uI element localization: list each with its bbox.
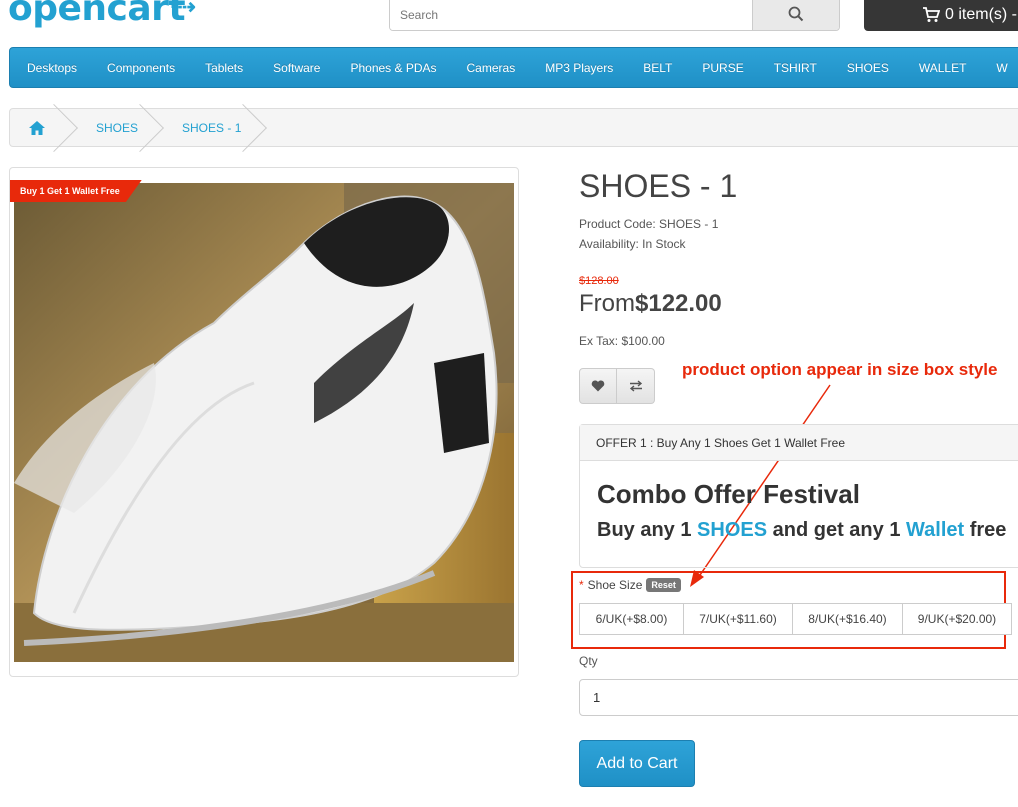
nav-item-belt[interactable]: BELT <box>643 61 672 75</box>
search-input[interactable] <box>390 0 752 30</box>
compare-button[interactable] <box>617 368 655 404</box>
nav-item-tablets[interactable]: Tablets <box>205 61 243 75</box>
nav-item-software[interactable]: Software <box>273 61 320 75</box>
breadcrumb-product[interactable]: SHOES - 1 <box>162 109 265 146</box>
ex-tax-price: Ex Tax: $100.00 <box>579 334 665 348</box>
search-bar <box>389 0 840 31</box>
size-option-7[interactable]: 7/UK(+$11.60) <box>683 603 793 635</box>
nav-item-desktops[interactable]: Desktops <box>27 61 77 75</box>
offer-text: and get any 1 <box>767 519 907 541</box>
home-icon <box>29 120 45 135</box>
product-price: From$122.00 <box>579 290 722 318</box>
nav-item-purse[interactable]: PURSE <box>702 61 743 75</box>
nav-item-overflow[interactable]: W <box>996 61 1007 75</box>
size-option-8[interactable]: 8/UK(+$16.40) <box>792 603 903 635</box>
shoe-size-label: * Shoe Size Reset <box>579 578 681 592</box>
offer-box: OFFER 1 : Buy Any 1 Shoes Get 1 Wallet F… <box>579 424 1018 568</box>
product-image[interactable] <box>14 183 514 662</box>
heart-icon <box>591 380 605 392</box>
offer-title: Combo Offer Festival <box>597 479 860 509</box>
main-nav: Desktops Components Tablets Software Pho… <box>9 47 1018 88</box>
nav-item-shoes[interactable]: SHOES <box>847 61 889 75</box>
offer-header: OFFER 1 : Buy Any 1 Shoes Get 1 Wallet F… <box>580 425 1018 461</box>
nav-item-phones[interactable]: Phones & PDAs <box>350 61 436 75</box>
offer-highlight-shoes: SHOES <box>697 519 768 541</box>
price-value: $122.00 <box>635 290 722 317</box>
shoe-size-text: Shoe Size <box>587 578 643 592</box>
add-to-cart-button[interactable]: Add to Cart <box>579 740 695 787</box>
nav-item-wallet[interactable]: WALLET <box>919 61 967 75</box>
nav-item-components[interactable]: Components <box>107 61 175 75</box>
product-code: Product Code: SHOES - 1 <box>579 217 719 231</box>
reset-button[interactable]: Reset <box>646 578 681 592</box>
cart-label: 0 item(s) - <box>945 5 1017 23</box>
promo-ribbon: Buy 1 Get 1 Wallet Free <box>10 180 142 202</box>
offer-text: free <box>964 519 1007 541</box>
old-price: $128.00 <box>579 275 619 287</box>
required-mark: * <box>579 578 584 592</box>
breadcrumb-label: SHOES <box>96 120 139 135</box>
product-availability: Availability: In Stock <box>579 237 686 251</box>
breadcrumb-label: SHOES - 1 <box>182 120 242 135</box>
size-option-6[interactable]: 6/UK(+$8.00) <box>579 603 684 635</box>
ribbon-label: Buy 1 Get 1 Wallet Free <box>20 186 120 196</box>
offer-highlight-wallet: Wallet <box>906 519 965 541</box>
add-to-wishlist-button[interactable] <box>579 368 617 404</box>
breadcrumb-home[interactable] <box>10 109 76 146</box>
price-prefix: From <box>579 290 635 317</box>
breadcrumb: SHOES SHOES - 1 <box>9 108 1018 147</box>
nav-item-cameras[interactable]: Cameras <box>467 61 516 75</box>
product-image-panel: Buy 1 Get 1 Wallet Free <box>9 167 519 677</box>
cart-button[interactable]: 0 item(s) - <box>864 0 1018 31</box>
size-option-9[interactable]: 9/UK(+$20.00) <box>902 603 1012 635</box>
opencart-logo[interactable]: opencart <box>8 0 186 29</box>
product-title: SHOES - 1 <box>579 168 738 204</box>
nav-item-mp3[interactable]: MP3 Players <box>545 61 613 75</box>
search-icon <box>788 6 804 21</box>
exchange-icon <box>629 380 642 392</box>
quantity-input[interactable]: 1 <box>579 679 1018 716</box>
shopping-cart-icon <box>923 6 940 22</box>
nav-item-tshirt[interactable]: TSHIRT <box>774 61 817 75</box>
offer-text: Buy any 1 <box>597 519 698 541</box>
size-options: 6/UK(+$8.00) 7/UK(+$11.60) 8/UK(+$16.40)… <box>579 603 1012 635</box>
product-actions <box>579 368 655 404</box>
offer-subtitle: Buy any 1 SHOES and get any 1 Wallet fre… <box>597 519 1006 542</box>
logo-cart-icon: ·⇢ <box>170 0 196 19</box>
annotation-label: product option appear in size box style <box>682 360 998 379</box>
shoe-illustration <box>14 183 514 662</box>
search-button[interactable] <box>752 0 839 30</box>
breadcrumb-shoes[interactable]: SHOES <box>76 109 162 146</box>
qty-label: Qty <box>579 654 598 668</box>
